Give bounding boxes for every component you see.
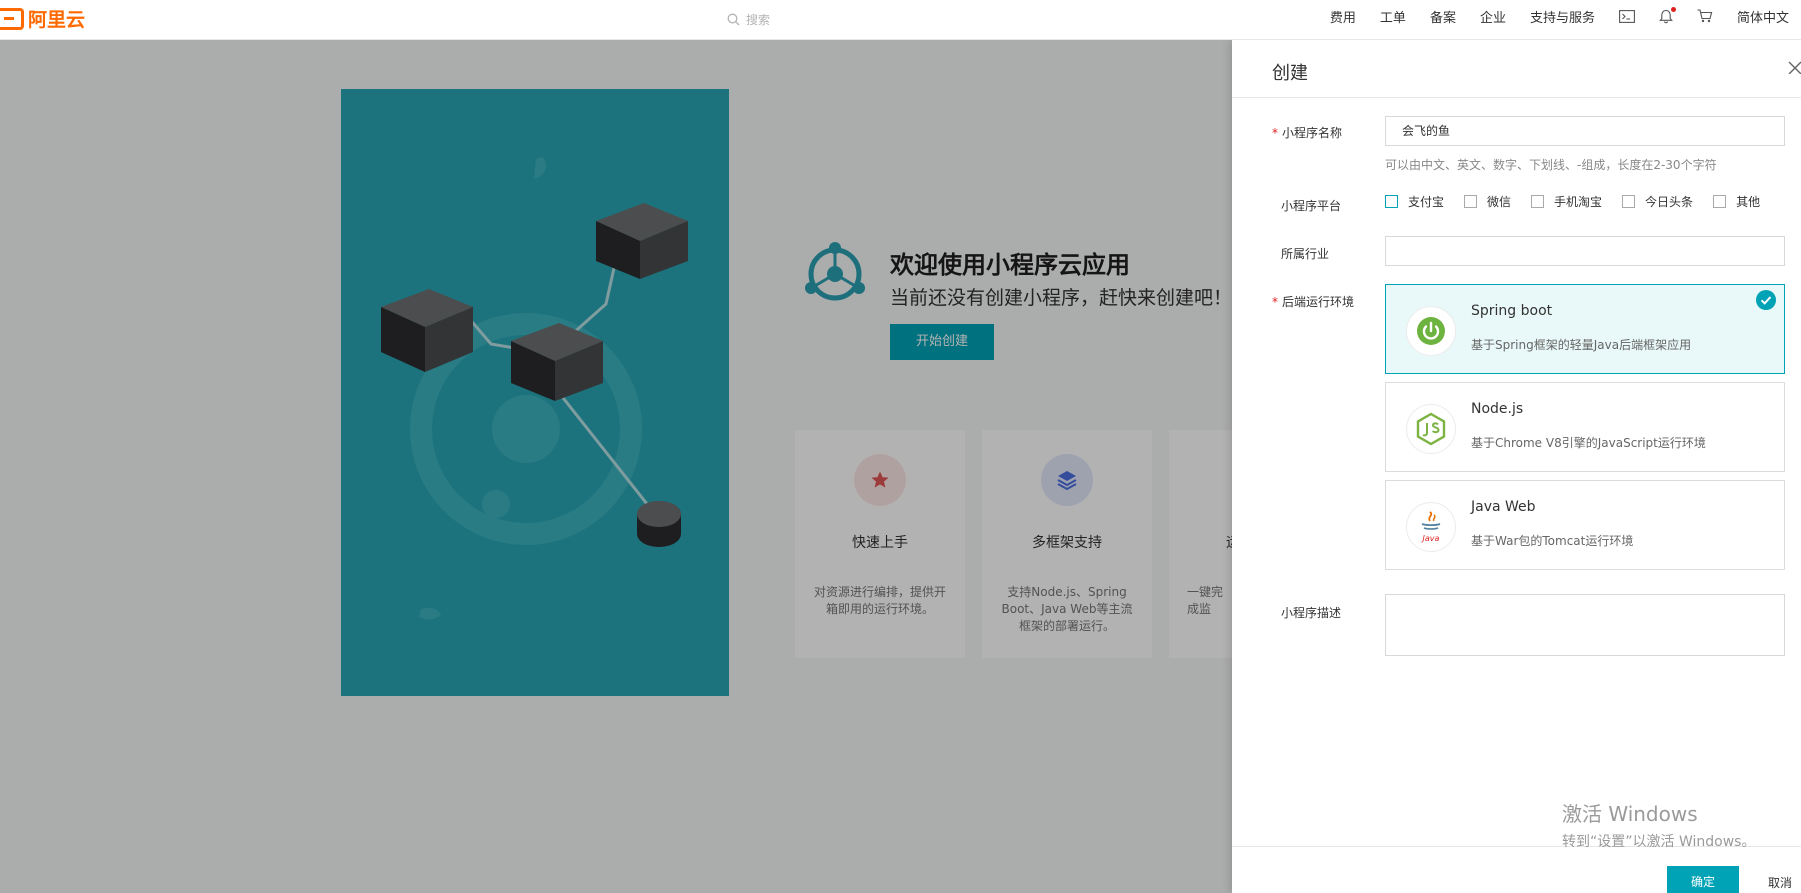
top-nav-links: 费用 工单 备案 企业 支持与服务 简体中文	[1318, 0, 1801, 32]
nav-tickets[interactable]: 工单	[1380, 7, 1406, 26]
watermark-line2: 转到“设置”以激活 Windows。	[1562, 834, 1756, 850]
name-input[interactable]: 会飞的鱼	[1385, 116, 1785, 146]
aliyun-logo[interactable]: 阿里云	[0, 5, 85, 32]
runtime-option-spring-boot[interactable]: Spring boot 基于Spring框架的轻量Java后端框架应用	[1385, 284, 1785, 374]
search-box[interactable]: 搜索	[727, 7, 967, 31]
checkbox-box[interactable]	[1531, 195, 1545, 208]
search-icon	[727, 13, 740, 25]
java-icon: Java	[1406, 502, 1456, 552]
cancel-button[interactable]: 取消	[1768, 874, 1792, 891]
runtime-name: Java Web	[1471, 499, 1536, 515]
nav-fees[interactable]: 费用	[1330, 7, 1356, 26]
platform-checkbox-group: 支付宝 微信 手机淘宝 今日头条 其他	[1385, 193, 1780, 210]
checkbox-box[interactable]	[1713, 195, 1727, 208]
runtime-description: 基于War包的Tomcat运行环境	[1471, 534, 1634, 548]
confirm-button[interactable]: 确定	[1667, 866, 1739, 893]
language-switch[interactable]: 简体中文	[1737, 7, 1789, 26]
runtime-option-nodejs[interactable]: Node.js 基于Chrome V8引擎的JavaScript运行环境	[1385, 382, 1785, 472]
runtime-description: 基于Spring框架的轻量Java后端框架应用	[1471, 338, 1692, 352]
logo-mark-icon	[0, 7, 24, 30]
name-hint: 可以由中文、英文、数字、下划线、-组成，长度在2-30个字符	[1385, 158, 1717, 172]
platform-label: 小程序平台	[1281, 199, 1342, 213]
checkbox-box[interactable]	[1385, 195, 1398, 208]
top-navigation-bar: 阿里云 搜索 费用 工单 备案 企业 支持与服务 简体中文	[0, 0, 1801, 40]
description-label: 小程序描述	[1281, 606, 1342, 620]
spring-power-icon	[1406, 306, 1456, 356]
name-label: * 小程序名称	[1272, 126, 1343, 140]
bell-icon[interactable]	[1659, 6, 1676, 24]
drawer-title: 创建	[1272, 63, 1308, 84]
svg-text:Java: Java	[1421, 534, 1440, 543]
watermark-line1: 激活 Windows	[1562, 802, 1698, 826]
windows-activation-watermark: 激活 Windows 转到“设置”以激活 Windows。	[1562, 798, 1755, 851]
runtime-option-java-web[interactable]: Java Java Web 基于War包的Tomcat运行环境	[1385, 480, 1785, 570]
platform-alipay-checkbox[interactable]: 支付宝	[1385, 193, 1444, 210]
nav-enterprise[interactable]: 企业	[1480, 7, 1506, 26]
runtime-description: 基于Chrome V8引擎的JavaScript运行环境	[1471, 436, 1706, 450]
nav-icp[interactable]: 备案	[1430, 7, 1456, 26]
logo-text: 阿里云	[28, 9, 86, 31]
terminal-icon[interactable]	[1619, 9, 1635, 23]
runtime-name: Spring boot	[1471, 303, 1553, 319]
search-placeholder: 搜索	[746, 12, 771, 27]
industry-input[interactable]	[1385, 236, 1785, 266]
create-drawer: 创建 * 小程序名称 会飞的鱼 可以由中文、英文、数字、下划线、-组成，长度在2-…	[1232, 40, 1801, 893]
nodejs-icon	[1406, 404, 1456, 454]
platform-taobao-checkbox[interactable]: 手机淘宝	[1531, 193, 1602, 210]
cart-icon[interactable]	[1697, 9, 1713, 23]
platform-toutiao-checkbox[interactable]: 今日头条	[1622, 193, 1693, 210]
platform-wechat-checkbox[interactable]: 微信	[1464, 193, 1511, 210]
checkbox-box[interactable]	[1622, 195, 1636, 208]
runtime-name: Node.js	[1471, 401, 1524, 417]
check-circle-icon	[1756, 290, 1776, 314]
checkbox-box[interactable]	[1464, 195, 1478, 208]
drawer-header: 创建	[1232, 40, 1801, 98]
description-textarea[interactable]	[1385, 594, 1785, 656]
runtime-label: * 后端运行环境	[1272, 295, 1355, 309]
close-icon[interactable]	[1787, 60, 1801, 74]
nav-support[interactable]: 支持与服务	[1530, 7, 1595, 26]
industry-label: 所属行业	[1281, 247, 1330, 261]
notification-dot	[1670, 6, 1676, 12]
platform-other-checkbox[interactable]: 其他	[1713, 193, 1760, 210]
